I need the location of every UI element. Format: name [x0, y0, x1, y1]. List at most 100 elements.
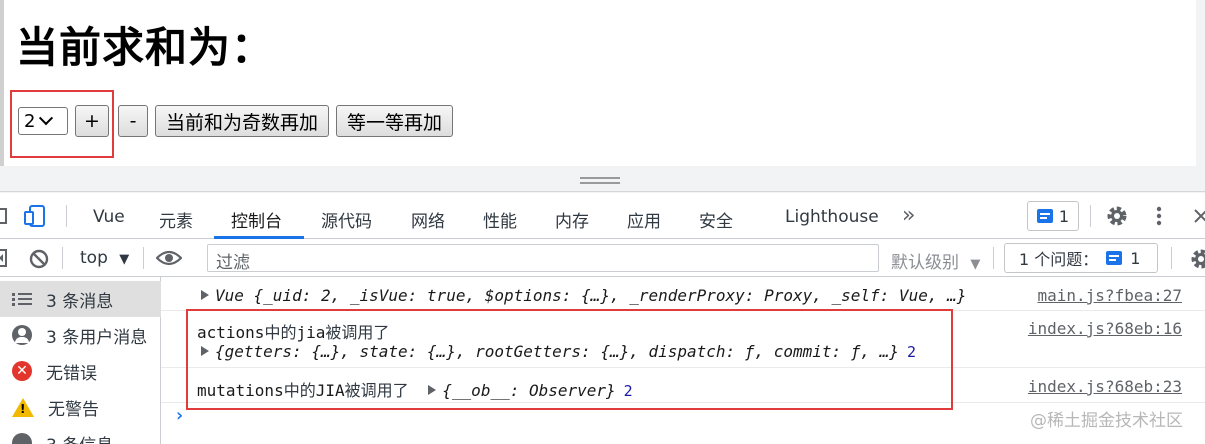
payload-value: 2 [906, 343, 916, 361]
log-level-label: 默认级别 [891, 253, 959, 273]
issues-button-label: 1 个问题： [1019, 250, 1099, 269]
expand-triangle-icon [201, 290, 209, 300]
console-row: mutations中的JIA被调用了 {__ob__: Observer} 2 i… [161, 369, 1205, 403]
separator [993, 247, 994, 269]
tab-elements[interactable]: 元素 [159, 207, 193, 232]
decrement-button[interactable]: - [118, 105, 148, 137]
issues-button-count: 1 [1130, 248, 1141, 268]
console-toolbar: top ▼ 过滤 默认级别 ▼ 1 个问题： 1 [0, 239, 1205, 277]
message-text: mutations [197, 381, 284, 400]
console-prompt-icon[interactable]: › [174, 405, 185, 426]
more-tabs-icon[interactable]: » [902, 203, 915, 228]
tab-console[interactable]: 控制台 [231, 207, 282, 232]
sidebar-item-info[interactable]: 3 条信息 [0, 425, 161, 444]
dropdown-arrow-icon: ▼ [970, 257, 981, 272]
devtools-resize-handle[interactable] [0, 166, 1205, 192]
increment-select-value: 2 [24, 110, 36, 132]
sidebar-item-label: 3 条消息 [46, 291, 114, 312]
increment-wait-button[interactable]: 等一等再加 [336, 105, 454, 137]
separator [1171, 247, 1172, 269]
log-level-dropdown[interactable]: 默认级别 ▼ [891, 248, 980, 273]
page-content: 当前求和为： 2 + - 当前和为奇数再加 等一等再加 [0, 0, 1196, 166]
chevron-down-icon [39, 111, 54, 126]
state-object: {__ob__: Observer} [442, 381, 616, 400]
eye-icon[interactable] [156, 249, 182, 267]
message-text: 中的 [264, 323, 297, 342]
message-icon [1036, 209, 1053, 223]
increment-button[interactable]: + [75, 105, 109, 137]
expand-triangle-icon [428, 385, 437, 395]
page-heading: 当前求和为： [16, 23, 275, 72]
console-row: Vue {_uid: 2, _isVue: true, $options: {…… [161, 277, 1205, 311]
tab-performance[interactable]: 性能 [483, 207, 517, 232]
issues-badge-count: 1 [1058, 206, 1070, 226]
tab-vue[interactable]: Vue [93, 207, 125, 227]
context-selector-value: top [80, 248, 108, 268]
tab-memory[interactable]: 内存 [555, 207, 589, 232]
dropdown-arrow-icon: ▼ [119, 252, 130, 267]
source-link[interactable]: index.js?68eb:23 [1028, 377, 1182, 396]
sidebar-item-user-messages[interactable]: 3 条用户消息 [0, 317, 161, 353]
sidebar-item-errors[interactable]: ✕ 无错误 [0, 353, 161, 389]
warning-icon: ! [12, 397, 34, 417]
devtools-tabbar: Vue 元素 控制台 源代码 网络 性能 内存 应用 安全 Lighthouse… [0, 193, 1205, 239]
sidebar-item-label: 无警告 [48, 399, 99, 420]
context-selector[interactable]: top ▼ [80, 248, 129, 268]
increment-if-odd-button[interactable]: 当前和为奇数再加 [155, 105, 330, 137]
sidebar-item-label: 无错误 [46, 363, 97, 384]
issues-button[interactable]: 1 个问题： 1 [1004, 243, 1158, 273]
console-filter-input[interactable]: 过滤 [207, 244, 879, 273]
console-row: actions中的jia被调用了 {getters: {…}, state: {… [161, 312, 1205, 368]
close-icon[interactable] [1193, 208, 1205, 224]
device-toggle-icon[interactable] [24, 204, 48, 228]
sidebar-toggle-icon[interactable] [0, 249, 8, 267]
source-link[interactable]: index.js?68eb:16 [1028, 319, 1182, 338]
sidebar-item-label: 3 条用户消息 [46, 327, 148, 348]
payload-value: 2 [623, 382, 633, 400]
error-icon: ✕ [12, 361, 32, 381]
sidebar-item-messages[interactable]: 3 条消息 [0, 281, 161, 317]
kebab-menu-icon[interactable] [1151, 205, 1167, 227]
message-text: 被调用了 [325, 323, 390, 342]
page-viewport: 当前求和为： 2 + - 当前和为奇数再加 等一等再加 [0, 0, 1205, 166]
context-object: {getters: {…}, state: {…}, rootGetters: … [215, 342, 899, 361]
counter-controls: 2 + - 当前和为奇数再加 等一等再加 [14, 105, 454, 137]
console-message-object[interactable]: {getters: {…}, state: {…}, rootGetters: … [201, 342, 916, 361]
console-message[interactable]: Vue {_uid: 2, _isVue: true, $options: {…… [201, 286, 966, 305]
user-icon [12, 325, 32, 345]
message-text: 被调用了 [344, 381, 409, 400]
vue-instance-object: Vue {_uid: 2, _isVue: true, $options: {…… [215, 286, 967, 305]
sidebar-item-warnings[interactable]: ! 无警告 [0, 389, 161, 425]
console-settings-gear-icon[interactable] [1189, 247, 1205, 271]
console-sidebar: 3 条消息 3 条用户消息 ✕ 无错误 ! 无警告 3 条信息 [0, 277, 161, 444]
expand-triangle-icon [201, 346, 209, 356]
list-icon [12, 292, 32, 306]
tab-application[interactable]: 应用 [627, 207, 661, 232]
separator [62, 247, 63, 269]
separator [1090, 205, 1091, 227]
message-text: actions [197, 323, 265, 342]
gear-icon[interactable] [1105, 204, 1129, 228]
tab-security[interactable]: 安全 [699, 207, 733, 232]
message-icon [1106, 251, 1123, 265]
source-link[interactable]: main.js?fbea:27 [1038, 286, 1183, 305]
console-message: actions中的jia被调用了 [197, 319, 389, 343]
message-text: jia [296, 323, 326, 342]
clear-console-icon[interactable] [28, 248, 50, 270]
separator [143, 247, 144, 269]
tab-sources[interactable]: 源代码 [321, 207, 372, 232]
message-text: JIA [315, 381, 345, 400]
watermark: @稀土掘金技术社区 [1030, 411, 1183, 431]
increment-select[interactable]: 2 [18, 107, 68, 135]
issues-badge-button[interactable]: 1 [1027, 201, 1079, 231]
screen: 当前求和为： 2 + - 当前和为奇数再加 等一等再加 Vue 元素 控制台 源… [0, 0, 1205, 444]
separator [66, 205, 67, 227]
info-icon [12, 433, 32, 444]
grip-icon [580, 177, 620, 179]
tab-lighthouse[interactable]: Lighthouse [785, 207, 879, 227]
tab-network[interactable]: 网络 [411, 207, 445, 232]
inspect-icon[interactable] [0, 205, 10, 227]
sidebar-item-label: 3 条信息 [46, 431, 113, 444]
message-text: 中的 [283, 381, 316, 400]
console-message[interactable]: mutations中的JIA被调用了 {__ob__: Observer} 2 [197, 377, 633, 401]
